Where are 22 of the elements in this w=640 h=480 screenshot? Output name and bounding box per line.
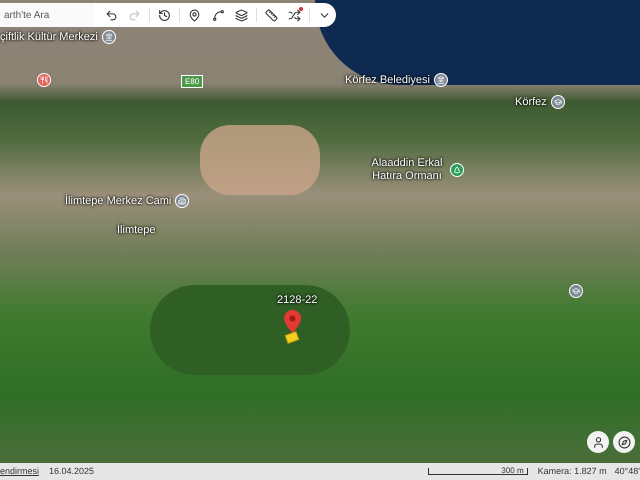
map-label[interactable]: Körfez Belediyesi — [345, 74, 430, 86]
search-field[interactable]: arth'te Ara — [0, 3, 94, 27]
person-icon — [592, 436, 604, 448]
map-label[interactable]: İlimtepe — [117, 224, 156, 237]
coordinates: 40°48' — [614, 464, 640, 478]
road-sign: E80 — [181, 75, 204, 88]
history-icon — [158, 8, 172, 22]
status-link[interactable]: endirmesi — [0, 464, 40, 478]
compass-icon — [618, 436, 630, 448]
map-label[interactable]: çiftlik Kültür Merkezi — [0, 30, 98, 44]
path-icon — [212, 8, 224, 22]
redo-icon — [128, 8, 142, 22]
camera-altitude: Kamera: 1.827 m — [538, 464, 607, 478]
imagery-date: 16.04.2025 — [49, 464, 94, 478]
undo-icon — [105, 8, 118, 22]
layers-icon — [234, 8, 248, 22]
scale-bar: 300 m — [428, 468, 528, 475]
pin-icon — [188, 8, 202, 22]
ruler-icon — [264, 8, 278, 22]
map-label[interactable]: Alaaddin Erkal Hatıra Ormanı — [368, 157, 446, 183]
map-label[interactable]: Körfez — [515, 96, 547, 108]
placemark-label[interactable]: 2128-22 — [277, 292, 318, 308]
